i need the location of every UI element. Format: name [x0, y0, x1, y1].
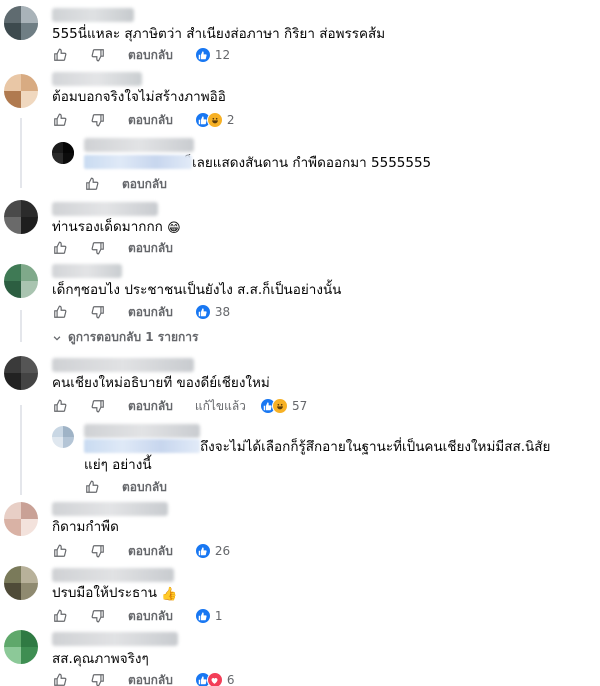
edited-label: แก้ไขแล้ว: [194, 398, 246, 413]
comment-actions: ตอบกลับ: [52, 238, 195, 258]
commenter-name[interactable]: [52, 568, 174, 582]
thread-line: [20, 405, 22, 495]
reply-button[interactable]: ตอบกลับ: [122, 175, 167, 194]
commenter-name[interactable]: [84, 138, 194, 152]
comment-actions: ตอบกลับ 12: [52, 45, 230, 65]
thumbs-up-icon[interactable]: [52, 672, 68, 686]
commenter-name[interactable]: [52, 358, 194, 372]
reaction-summary[interactable]: 1: [194, 608, 223, 624]
thumbs-up-icon[interactable]: [52, 398, 68, 414]
like-reaction-icon: [194, 47, 211, 63]
reaction-summary[interactable]: 6: [194, 672, 235, 686]
mention-tag[interactable]: [84, 439, 200, 453]
thumbs-up-icon[interactable]: [52, 608, 68, 624]
reply-button[interactable]: ตอบกลับ: [128, 46, 173, 65]
commenter-name[interactable]: [52, 202, 158, 216]
reply-button[interactable]: ตอบกลับ: [128, 397, 173, 416]
comment-text: ต้อมบอกจริงใจไม่สร้างภาพอิอิ: [52, 89, 226, 105]
avatar[interactable]: [52, 426, 74, 448]
like-reaction-icon: [194, 304, 211, 320]
reaction-count: 2: [226, 113, 235, 127]
avatar[interactable]: [4, 74, 38, 108]
thumbs-up-icon[interactable]: [84, 479, 100, 495]
thumbs-down-icon[interactable]: [90, 47, 106, 63]
avatar[interactable]: [4, 6, 38, 40]
reply-button[interactable]: ตอบกลับ: [128, 671, 173, 686]
reaction-summary[interactable]: 38: [194, 304, 231, 320]
commenter-name[interactable]: [52, 8, 134, 22]
reaction-count: 1: [214, 609, 223, 623]
thumbs-up-icon[interactable]: [52, 240, 68, 256]
haha-reaction-icon: [271, 398, 288, 414]
thumbs-up-emoji: 👍: [161, 587, 178, 602]
comment-text: สส.คุณภาพจริงๆ: [52, 651, 149, 667]
thumbs-up-icon[interactable]: [52, 112, 68, 128]
avatar[interactable]: [4, 566, 38, 600]
reaction-count: 57: [291, 399, 308, 413]
comment-text: คนเชียงใหม่อธิบายที ของดีย์เชียงใหม่: [52, 375, 270, 391]
reply-button[interactable]: ตอบกลับ: [128, 239, 173, 258]
mention-tag[interactable]: [84, 155, 192, 169]
thread-line: [20, 118, 22, 188]
thumbs-up-icon[interactable]: [52, 47, 68, 63]
comment-text: 555นี่แหละ สุภาษิตว่า สำเนียงส่อภาษา กิร…: [52, 26, 386, 42]
avatar[interactable]: [4, 200, 38, 234]
comment-actions: ตอบกลับ 2: [52, 110, 235, 130]
commenter-name[interactable]: [52, 72, 142, 86]
comment-actions: ตอบกลับ 38: [52, 302, 230, 322]
reaction-summary[interactable]: 2: [194, 112, 235, 128]
thumbs-down-icon[interactable]: [90, 672, 106, 686]
reaction-count: 26: [214, 544, 231, 558]
avatar[interactable]: [4, 264, 38, 298]
commenter-name[interactable]: [52, 502, 168, 516]
thumbs-down-icon[interactable]: [90, 240, 106, 256]
avatar[interactable]: [4, 630, 38, 664]
view-replies-link[interactable]: ดูการตอบกลับ 1 รายการ: [52, 328, 198, 347]
thumbs-down-icon[interactable]: [90, 543, 106, 559]
thumbs-down-icon[interactable]: [90, 304, 106, 320]
avatar[interactable]: [52, 142, 74, 164]
reaction-count: 12: [214, 48, 231, 62]
comment-text: ปรบมือให้ประธาน 👍: [52, 585, 178, 602]
reply-button[interactable]: ตอบกลับ: [122, 478, 167, 497]
comment-actions: ตอบกลับ 6: [52, 670, 235, 686]
thread-line: [20, 310, 22, 342]
chevron-down-icon: [52, 333, 62, 343]
reply-button[interactable]: ตอบกลับ: [128, 607, 173, 626]
grin-emoji: 😁: [167, 221, 181, 236]
comment-actions: ตอบกลับ 1: [52, 606, 223, 626]
comment-text: เด็กๆชอบไง ประชาชนเป็นยังไง ส.ส.ก็เป็นอย…: [52, 282, 342, 298]
comment-actions: ตอบกลับ: [84, 477, 189, 497]
thumbs-up-icon[interactable]: [52, 304, 68, 320]
thumbs-down-icon[interactable]: [90, 608, 106, 624]
thumbs-up-icon[interactable]: [84, 176, 100, 192]
reply-text: ถึงจะไม่ได้เลือกก็รู้สึกอายในฐานะที่เป็น…: [84, 439, 551, 473]
like-reaction-icon: [194, 608, 211, 624]
avatar[interactable]: [4, 502, 38, 536]
avatar[interactable]: [4, 356, 38, 390]
reply-button[interactable]: ตอบกลับ: [128, 111, 173, 130]
reaction-count: 38: [214, 305, 231, 319]
reaction-summary[interactable]: 26: [194, 543, 231, 559]
commenter-name[interactable]: [84, 424, 200, 438]
reply-button[interactable]: ตอบกลับ: [128, 303, 173, 322]
commenter-name[interactable]: [52, 264, 122, 278]
comment-text: ท่านรองเด็ดมากกก 😁: [52, 219, 181, 236]
reaction-summary[interactable]: 57: [259, 398, 308, 414]
reply-button[interactable]: ตอบกลับ: [128, 542, 173, 561]
reply-text: ็เลยแสดงสันดาน กำพืดออกมา 5555555: [84, 154, 431, 172]
thumbs-down-icon[interactable]: [90, 398, 106, 414]
comment-actions: ตอบกลับ: [84, 174, 189, 194]
thumbs-up-icon[interactable]: [52, 543, 68, 559]
comment-actions: ตอบกลับ แก้ไขแล้ว 57: [52, 396, 307, 416]
comment-text: กิดามกำพืด: [52, 519, 119, 535]
haha-reaction-icon: [206, 112, 223, 128]
comment-actions: ตอบกลับ 26: [52, 541, 230, 561]
love-reaction-icon: [206, 672, 223, 686]
commenter-name[interactable]: [52, 632, 178, 646]
like-reaction-icon: [194, 543, 211, 559]
thumbs-down-icon[interactable]: [90, 112, 106, 128]
reaction-count: 6: [226, 673, 235, 686]
reaction-summary[interactable]: 12: [194, 47, 231, 63]
